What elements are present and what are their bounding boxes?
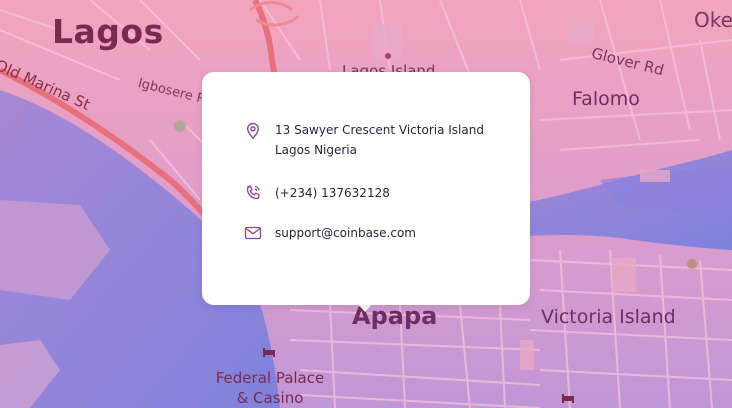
city-label: Lagos <box>52 12 164 51</box>
district-label-okep: Okep <box>694 8 732 32</box>
hotel-icon <box>263 348 275 357</box>
email-row: support@coinbase.com <box>244 224 416 243</box>
poi-label-federal-palace: Federal Palace & Casino <box>215 369 325 407</box>
map-area[interactable]: Lagos Okep Glover Rd Falomo Old Marina S… <box>0 0 732 408</box>
district-label-victoria-island: Victoria Island <box>541 306 676 328</box>
phone-text[interactable]: (+234) 137632128 <box>275 183 390 203</box>
location-pin-icon <box>246 122 260 140</box>
contact-popup: 13 Sawyer Crescent Victoria Island Lagos… <box>202 72 530 305</box>
address-text[interactable]: 13 Sawyer Crescent Victoria Island Lagos… <box>275 120 494 160</box>
hotel-icon <box>562 394 574 403</box>
phone-row: (+234) 137632128 <box>244 184 390 203</box>
phone-icon <box>246 185 260 200</box>
mail-icon <box>244 226 262 240</box>
district-label-falomo: Falomo <box>572 88 640 110</box>
email-text[interactable]: support@coinbase.com <box>275 223 416 243</box>
address-row: 13 Sawyer Crescent Victoria Island Lagos… <box>244 120 494 160</box>
